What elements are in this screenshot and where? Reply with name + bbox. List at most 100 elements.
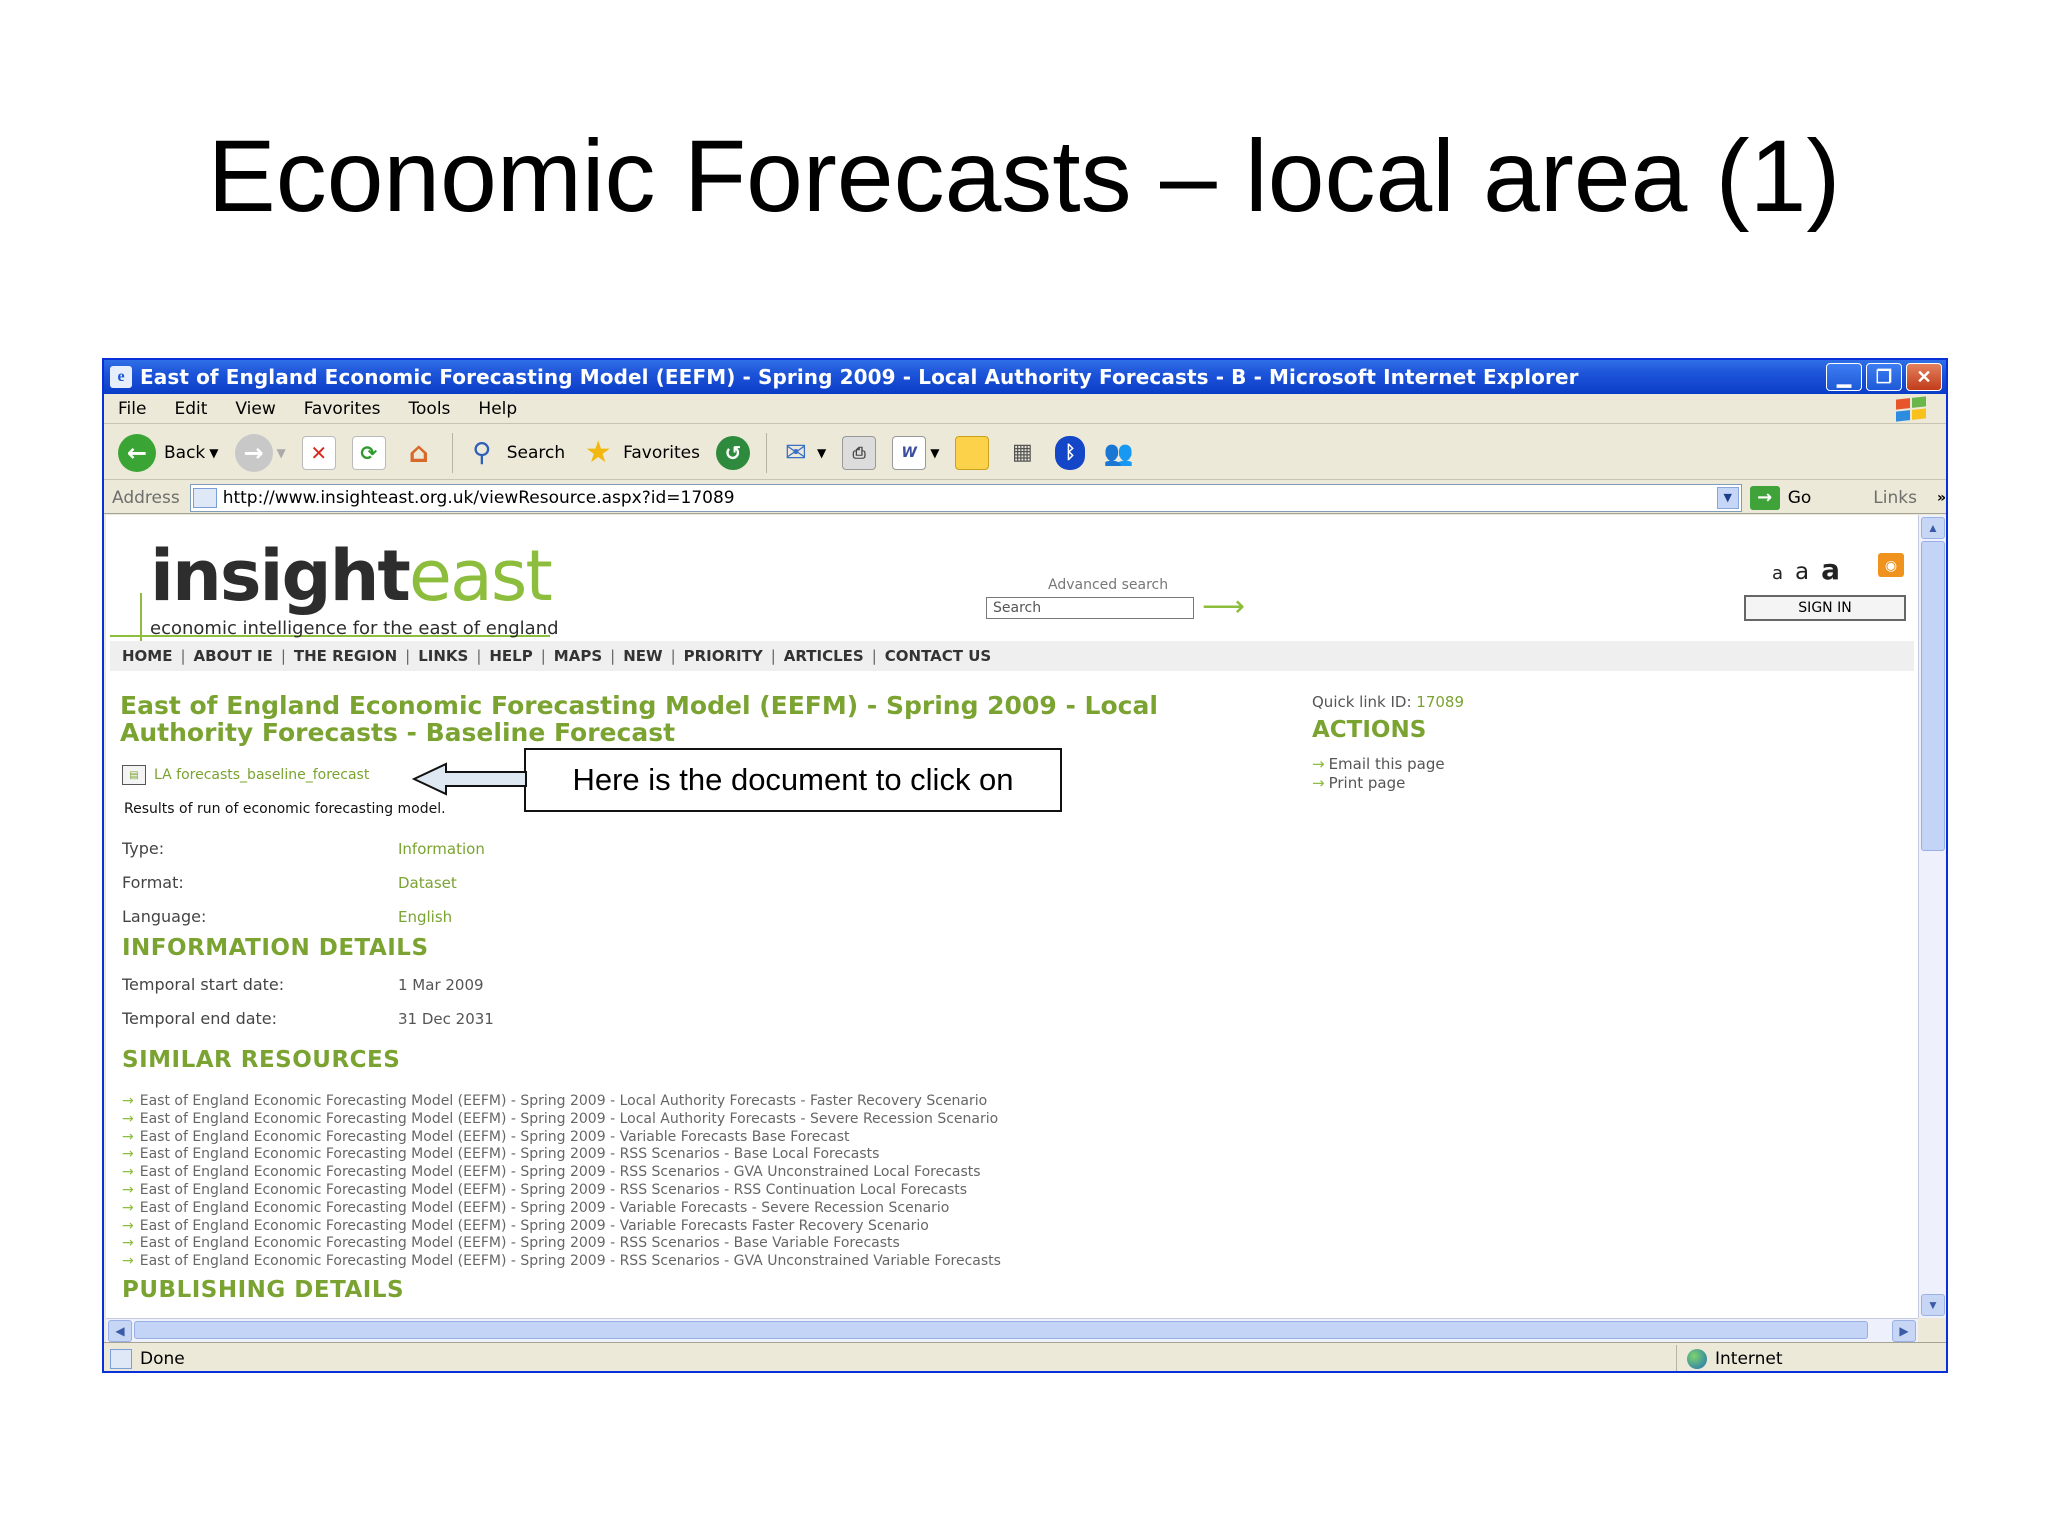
sign-in-button[interactable]: SIGN IN	[1744, 595, 1906, 621]
language-value[interactable]: English	[398, 908, 452, 926]
status-text: Done	[140, 1349, 185, 1369]
window-titlebar[interactable]: e East of England Economic Forecasting M…	[104, 360, 1946, 394]
actions-heading: ACTIONS	[1312, 717, 1427, 743]
scroll-left-icon[interactable]: ◀	[108, 1320, 132, 1342]
nav-maps[interactable]: MAPS	[554, 647, 602, 665]
email-page-label: Email this page	[1328, 755, 1445, 773]
forward-dropdown-icon[interactable]: ▼	[277, 446, 286, 460]
arrow-icon: →	[122, 1164, 134, 1181]
search-go-arrow-icon[interactable]: ⟶	[1202, 589, 1245, 624]
links-more-icon[interactable]: »	[1937, 490, 1946, 506]
list-item[interactable]: → East of England Economic Forecasting Mo…	[122, 1129, 1001, 1147]
go-button[interactable]: → Go	[1749, 485, 1811, 510]
similar-link: East of England Economic Forecasting Mod…	[139, 1217, 929, 1234]
restore-button[interactable]: ❐	[1866, 363, 1902, 391]
history-button[interactable]: ↺	[715, 435, 750, 470]
window-controls: ▁ ❐ ✕	[1826, 363, 1942, 391]
close-button[interactable]: ✕	[1906, 363, 1942, 391]
links-button[interactable]: Links	[1873, 488, 1917, 508]
list-item[interactable]: → East of England Economic Forecasting Mo…	[122, 1164, 1001, 1182]
print-button[interactable]: ⎙	[842, 435, 877, 470]
document-link-text: LA forecasts_baseline_forecast	[154, 767, 370, 783]
site-nav: HOME | ABOUT IE | THE REGION | LINKS | HELP |…	[110, 641, 1914, 671]
mail-button[interactable]: ✉ ▼	[779, 436, 826, 470]
nav-links[interactable]: LINKS	[418, 647, 468, 665]
text-size-large[interactable]: a	[1821, 553, 1840, 586]
messenger-button[interactable]: 👥	[1101, 436, 1135, 470]
list-item[interactable]: → East of England Economic Forecasting Mo…	[122, 1218, 1001, 1236]
menu-tools[interactable]: Tools	[409, 399, 451, 419]
site-logo[interactable]: insighteast	[150, 535, 553, 617]
document-link[interactable]: ▤ LA forecasts_baseline_forecast	[122, 765, 369, 785]
edit-button[interactable]: W ▼	[892, 435, 939, 470]
nav-contact[interactable]: CONTACT US	[885, 647, 991, 665]
discuss-button[interactable]	[955, 435, 990, 470]
back-button[interactable]: ← Back ▼	[118, 433, 219, 472]
nav-separator: |	[405, 647, 411, 665]
edit-dropdown-icon[interactable]: ▼	[930, 446, 939, 460]
nav-about[interactable]: ABOUT IE	[194, 647, 273, 665]
address-dropdown-icon[interactable]: ▼	[1716, 486, 1739, 509]
vertical-scroll-thumb[interactable]	[1921, 541, 1945, 851]
back-dropdown-icon[interactable]: ▼	[209, 446, 218, 460]
print-page-link[interactable]: → Print page	[1312, 774, 1405, 792]
type-value[interactable]: Information	[398, 840, 485, 858]
list-item[interactable]: → East of England Economic Forecasting Mo…	[122, 1182, 1001, 1200]
list-item[interactable]: → East of England Economic Forecasting Mo…	[122, 1253, 1001, 1271]
text-size-medium[interactable]: a	[1795, 559, 1809, 585]
advanced-search-link[interactable]: Advanced search	[1048, 577, 1168, 593]
forward-button[interactable]: → ▼	[234, 433, 286, 472]
stop-button[interactable]: ✕	[301, 435, 336, 470]
nav-articles[interactable]: ARTICLES	[784, 647, 864, 665]
format-value[interactable]: Dataset	[398, 874, 457, 892]
scroll-right-icon[interactable]: ▶	[1892, 1320, 1916, 1342]
menu-favorites[interactable]: Favorites	[304, 399, 381, 419]
text-size-small[interactable]: a	[1772, 563, 1783, 584]
vertical-scrollbar[interactable]: ▲ ▼	[1918, 515, 1946, 1318]
scroll-up-icon[interactable]: ▲	[1921, 517, 1945, 539]
search-button[interactable]: ⚲ Search	[465, 436, 565, 470]
nav-priority[interactable]: PRIORITY	[684, 647, 763, 665]
menu-bar: File Edit View Favorites Tools Help	[104, 394, 1946, 424]
note-icon	[955, 435, 990, 470]
home-button[interactable]: ⌂	[402, 436, 436, 470]
menu-view[interactable]: View	[235, 399, 275, 419]
menu-edit[interactable]: Edit	[174, 399, 207, 419]
nav-separator: |	[670, 647, 676, 665]
horizontal-scroll-thumb[interactable]	[134, 1321, 1868, 1339]
list-item[interactable]: → East of England Economic Forecasting Mo…	[122, 1111, 1001, 1129]
menu-help[interactable]: Help	[478, 399, 517, 419]
menu-file[interactable]: File	[118, 399, 146, 419]
horizontal-scrollbar[interactable]: ◀ ▶	[106, 1318, 1918, 1342]
nav-home[interactable]: HOME	[122, 647, 172, 665]
page-status-icon	[110, 1349, 132, 1369]
similar-link: East of England Economic Forecasting Mod…	[139, 1235, 900, 1252]
spreadsheet-icon: ▤	[122, 765, 146, 785]
research-button[interactable]: ▦	[1005, 436, 1039, 470]
toolbar-separator	[451, 432, 453, 473]
minimize-button[interactable]: ▁	[1826, 363, 1862, 391]
language-label: Language:	[122, 907, 207, 926]
scroll-down-icon[interactable]: ▼	[1921, 1294, 1945, 1316]
zone-label: Internet	[1715, 1349, 1783, 1369]
mail-dropdown-icon[interactable]: ▼	[817, 446, 826, 460]
list-item[interactable]: → East of England Economic Forecasting Mo…	[122, 1093, 1001, 1111]
site-search-input[interactable]: Search	[986, 597, 1194, 619]
address-input[interactable]: http://www.insighteast.org.uk/viewResour…	[189, 483, 1742, 512]
nav-region[interactable]: THE REGION	[294, 647, 397, 665]
rss-icon[interactable]: ◉	[1878, 553, 1904, 577]
arrow-icon: →	[122, 1093, 134, 1109]
windows-flag-icon	[1896, 396, 1926, 422]
email-page-link[interactable]: → Email this page	[1312, 755, 1445, 773]
list-item[interactable]: → East of England Economic Forecasting Mo…	[122, 1200, 1001, 1218]
favorites-button[interactable]: ★ Favorites	[581, 435, 700, 470]
nav-separator: |	[180, 647, 186, 665]
bluetooth-button[interactable]: ᛒ	[1055, 435, 1086, 470]
information-details-heading: INFORMATION DETAILS	[122, 935, 429, 961]
nav-help[interactable]: HELP	[489, 647, 532, 665]
nav-new[interactable]: NEW	[623, 647, 662, 665]
list-item[interactable]: → East of England Economic Forecasting Mo…	[122, 1146, 1001, 1164]
list-item[interactable]: → East of England Economic Forecasting Mo…	[122, 1235, 1001, 1253]
refresh-button[interactable]: ⟳	[351, 435, 386, 470]
nav-separator: |	[280, 647, 286, 665]
